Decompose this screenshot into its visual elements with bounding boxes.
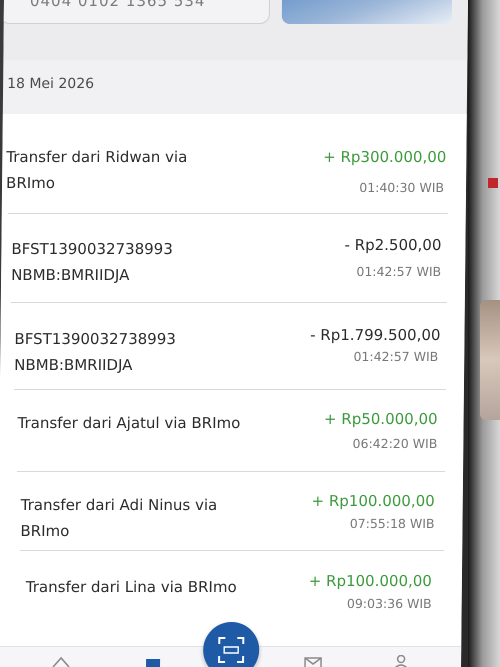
divider: [10, 302, 447, 303]
transaction-title: Transfer dari Lina via BRImo: [25, 578, 237, 596]
home-icon[interactable]: [51, 655, 71, 667]
transaction-title: Transfer dari Adi Ninus via BRImo: [20, 496, 218, 540]
transaction-time: 06:42:20 WIB: [352, 436, 438, 451]
transaction-time: 09:03:36 WIB: [346, 596, 432, 611]
transaction-time: 07:55:18 WIB: [349, 516, 435, 531]
transaction-amount: + Rp300.000,00: [323, 148, 447, 166]
account-number: 0404 0102 1365 534: [29, 0, 206, 10]
transaction-title: BFST1390032738993 NBMB:BMRIIDJA: [14, 330, 176, 374]
mail-icon[interactable]: [303, 655, 323, 667]
transaction-title: BFST1390032738993 NBMB:BMRIIDJA: [11, 240, 173, 284]
finger-edge: [480, 300, 500, 420]
phone-screen: 0404 0102 1365 534 18 Mei 2026 Transfer …: [0, 0, 469, 667]
divider: [13, 389, 446, 390]
background-right: [468, 0, 500, 667]
transaction-amount: - Rp1.799.500,00: [310, 326, 441, 344]
transaction-list: Transfer dari Ridwan via BRImo + Rp300.0…: [0, 114, 467, 667]
search-button[interactable]: [281, 0, 453, 24]
transaction-time: 01:40:30 WIB: [359, 180, 445, 195]
transaction-time: 01:42:57 WIB: [356, 264, 442, 279]
transaction-time: 01:42:57 WIB: [353, 349, 439, 364]
transaction-amount: + Rp100.000,00: [311, 492, 435, 510]
date-header: 18 Mei 2026: [7, 76, 95, 92]
divider: [17, 471, 446, 472]
divider: [7, 213, 448, 214]
device-led: [488, 178, 498, 188]
qris-icon: [218, 637, 245, 663]
mutasi-icon[interactable]: [143, 655, 163, 667]
transaction-amount: + Rp100.000,00: [308, 572, 433, 590]
profile-icon[interactable]: [391, 655, 411, 667]
transaction-title: Transfer dari Ajatul via BRImo: [17, 414, 241, 432]
transaction-title: Transfer dari Ridwan via BRImo: [5, 148, 188, 192]
transaction-amount: + Rp50.000,00: [323, 410, 438, 428]
transaction-amount: - Rp2.500,00: [344, 236, 442, 254]
divider: [20, 550, 445, 551]
